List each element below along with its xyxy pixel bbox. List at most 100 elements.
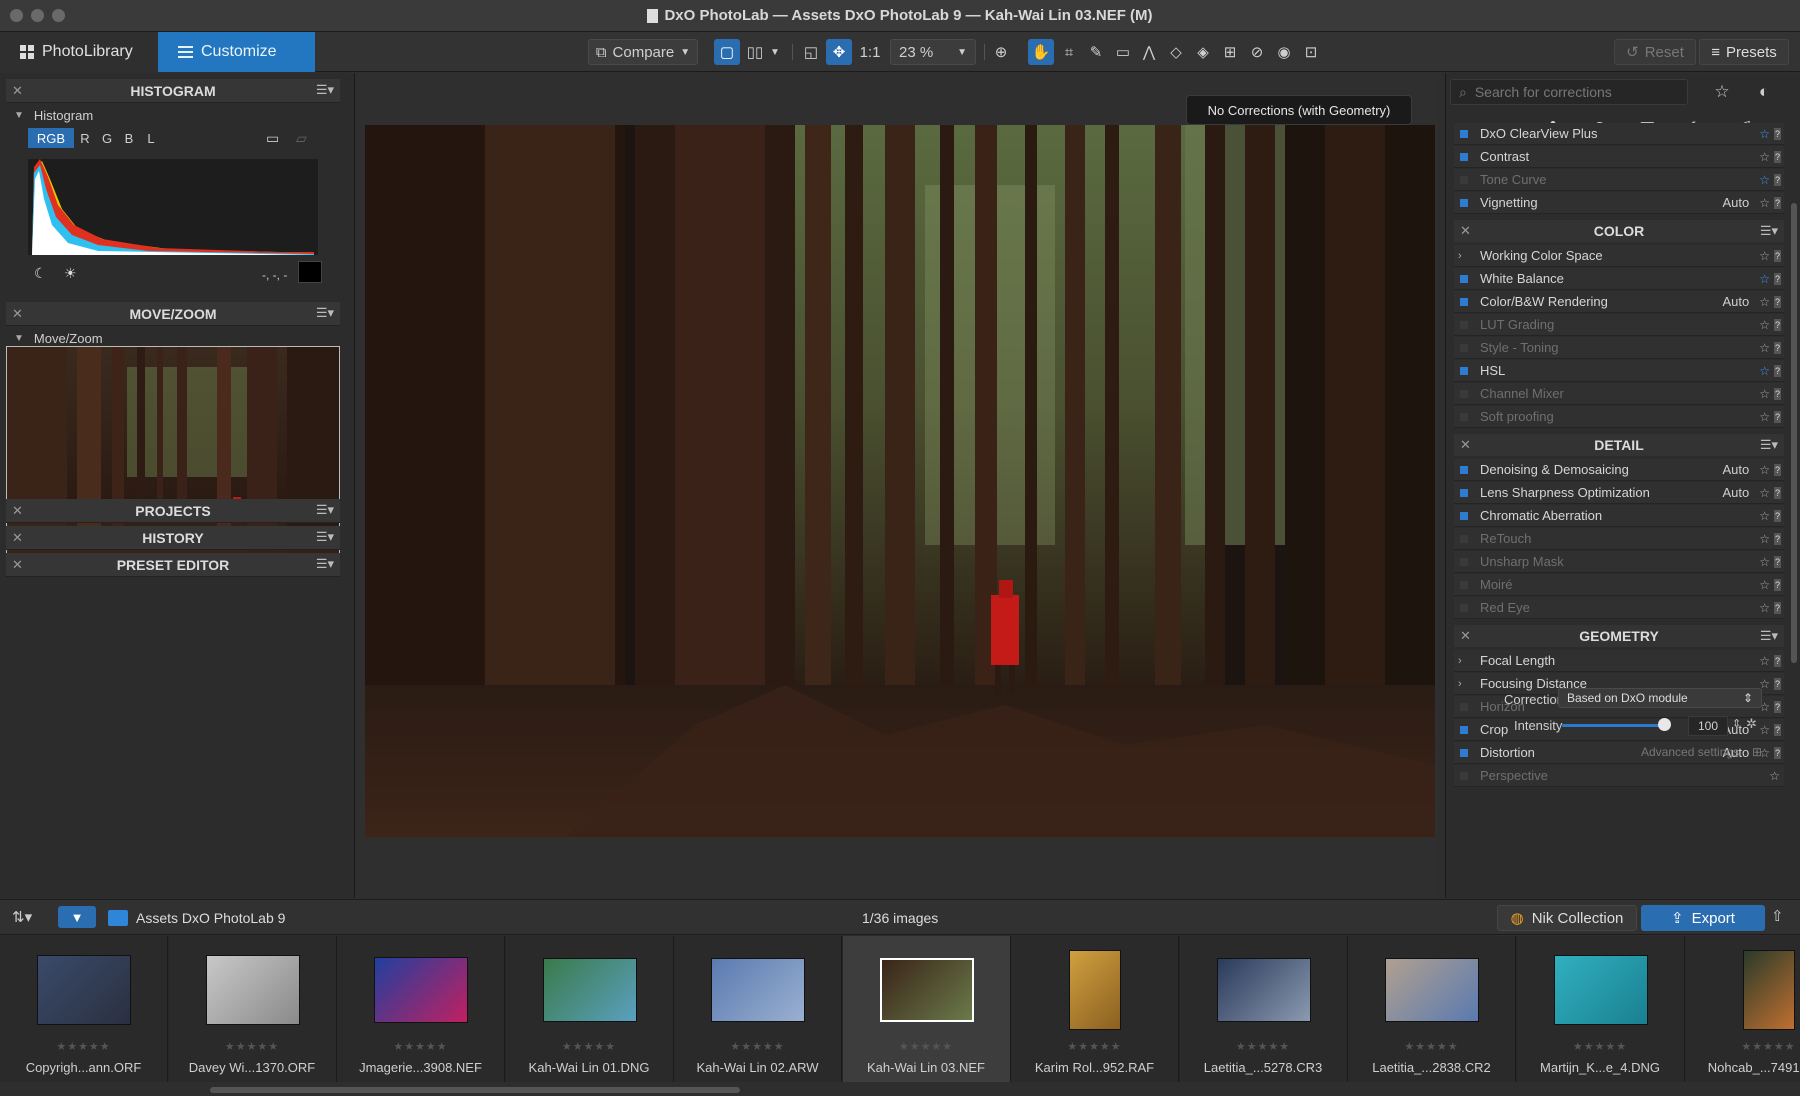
panel-menu-icon[interactable]: ☰▾ — [316, 82, 334, 98]
histogram-subheader[interactable]: ▼ Histogram — [6, 105, 340, 125]
enable-toggle[interactable] — [1460, 274, 1468, 283]
correction-item[interactable]: Denoising & Demosaicing Auto ☆? — [1454, 459, 1784, 481]
correction-item[interactable]: Unsharp Mask ☆? — [1454, 551, 1784, 573]
filmstrip-thumb[interactable]: ★★★★★ Kah-Wai Lin 03.NEF — [842, 936, 1011, 1082]
panel-menu-icon[interactable]: ☰▾ — [316, 305, 334, 321]
filmstrip-thumb[interactable]: ★★★★★ Laetitia_...2838.CR2 — [1348, 936, 1516, 1082]
folder-name[interactable]: Assets DxO PhotoLab 9 — [136, 910, 285, 926]
star-icon[interactable]: ☆ — [1759, 654, 1770, 668]
compare-button[interactable]: ⧉ Compare ▼ — [588, 39, 698, 65]
help-icon[interactable]: ? — [1774, 249, 1781, 262]
chevron-right-icon[interactable]: › — [1458, 655, 1466, 667]
enable-toggle[interactable] — [1460, 366, 1468, 375]
star-icon[interactable]: ☆ — [1759, 173, 1770, 187]
fit-screen-button[interactable]: ◱ — [798, 39, 824, 65]
help-icon[interactable]: ? — [1774, 700, 1781, 713]
help-icon[interactable]: ? — [1774, 746, 1781, 759]
sort-icon[interactable]: ⇅▾ — [12, 908, 32, 926]
help-icon[interactable]: ? — [1774, 318, 1781, 331]
correction-item[interactable]: Channel Mixer ☆? — [1454, 383, 1784, 405]
crop-tool-button[interactable]: ⌗ — [1056, 39, 1082, 65]
correction-item[interactable]: Red Eye ☆? — [1454, 597, 1784, 619]
one-to-one-button[interactable]: 1:1 — [856, 39, 884, 65]
perspective-tool-button[interactable]: ⋀ — [1136, 39, 1162, 65]
star-icon[interactable]: ☆ — [1759, 387, 1770, 401]
search-input[interactable]: Search for corrections — [1475, 84, 1612, 100]
filmstrip-thumb[interactable]: ★★★★★ Karim Rol...952.RAF — [1011, 936, 1179, 1082]
help-icon[interactable]: ? — [1774, 601, 1781, 614]
intensity-value[interactable]: 100 — [1688, 716, 1728, 736]
help-icon[interactable]: ? — [1774, 173, 1781, 186]
share-icon[interactable]: ⇧ — [1771, 907, 1793, 929]
panel-menu-icon[interactable]: ☰▾ — [1760, 437, 1778, 453]
magic-wand-icon[interactable]: ✲ — [1746, 716, 1757, 732]
help-icon[interactable]: ? — [1774, 578, 1781, 591]
advanced-settings-link[interactable]: Advanced settings — [1641, 745, 1739, 759]
star-icon[interactable]: ☆ — [1759, 601, 1770, 615]
star-icon[interactable]: ☆ — [1759, 150, 1770, 164]
enable-toggle[interactable] — [1460, 557, 1468, 566]
enable-toggle[interactable] — [1460, 534, 1468, 543]
close-icon[interactable]: ✕ — [1460, 628, 1471, 644]
histogram-panel-header[interactable]: ✕ HISTOGRAM ☰▾ — [6, 79, 340, 103]
expand-icon[interactable]: ⊞ — [1752, 745, 1762, 759]
geometry-section-header[interactable]: ✕ GEOMETRY ☰▾ — [1454, 625, 1784, 647]
star-icon[interactable]: ☆ — [1759, 723, 1770, 737]
help-icon[interactable]: ? — [1774, 364, 1781, 377]
help-icon[interactable]: ? — [1774, 127, 1781, 140]
help-icon[interactable]: ? — [1774, 410, 1781, 423]
enable-toggle[interactable] — [1460, 702, 1468, 711]
detail-section-header[interactable]: ✕ DETAIL ☰▾ — [1454, 434, 1784, 456]
intensity-slider-knob[interactable] — [1658, 718, 1671, 731]
movezoom-panel-header[interactable]: ✕ MOVE/ZOOM ☰▾ — [6, 302, 340, 326]
star-icon[interactable]: ☆ — [1759, 486, 1770, 500]
enable-toggle[interactable] — [1460, 152, 1468, 161]
filmstrip-thumb[interactable]: ★★★★★ Jmagerie...3908.NEF — [337, 936, 505, 1082]
enable-toggle[interactable] — [1460, 320, 1468, 329]
correction-item[interactable]: Moiré ☆? — [1454, 574, 1784, 596]
rating-stars[interactable]: ★★★★★ — [1011, 1040, 1178, 1053]
filmstrip-thumb[interactable]: ★★★★★ Laetitia_...5278.CR3 — [1179, 936, 1348, 1082]
enable-toggle[interactable] — [1460, 725, 1468, 734]
star-icon[interactable]: ☆ — [1759, 463, 1770, 477]
help-icon[interactable]: ? — [1774, 196, 1781, 209]
local-adjustments-button[interactable]: ⊡ — [1298, 39, 1324, 65]
tab-customize[interactable]: Customize — [158, 32, 315, 72]
movezoom-subheader[interactable]: ▼ Move/Zoom — [6, 328, 340, 348]
rating-stars[interactable]: ★★★★★ — [0, 1040, 167, 1053]
help-icon[interactable]: ? — [1774, 654, 1781, 667]
correction-item[interactable]: › Working Color Space ☆? — [1454, 245, 1784, 267]
panel-menu-icon[interactable]: ☰▾ — [1760, 628, 1778, 644]
right-scrollbar[interactable] — [1791, 203, 1797, 663]
zoom-in-button[interactable]: ⊕ — [988, 39, 1014, 65]
minimize-window-button[interactable] — [31, 9, 44, 22]
monitor-icon[interactable]: ▭ — [266, 130, 279, 147]
close-icon[interactable]: ✕ — [12, 530, 23, 546]
tab-photolibrary[interactable]: PhotoLibrary — [0, 32, 158, 72]
horizon-tool-button[interactable]: ▭ — [1110, 39, 1136, 65]
reset-button[interactable]: ↺ Reset — [1614, 39, 1696, 65]
history-panel-header[interactable]: ✕ HISTORY ☰▾ — [6, 526, 340, 550]
rating-stars[interactable]: ★★★★★ — [506, 1040, 673, 1053]
rating-stars[interactable]: ★★★★★ — [1348, 1040, 1515, 1053]
enable-toggle[interactable] — [1460, 580, 1468, 589]
enable-toggle[interactable] — [1460, 511, 1468, 520]
star-icon[interactable]: ☆ — [1759, 318, 1770, 332]
rating-stars[interactable]: ★★★★★ — [337, 1040, 504, 1053]
zoom-window-button[interactable] — [52, 9, 65, 22]
close-icon[interactable]: ✕ — [1460, 437, 1471, 453]
color-section-header[interactable]: ✕ COLOR ☰▾ — [1454, 220, 1784, 242]
volume-deformation-button[interactable]: ◈ — [1190, 39, 1216, 65]
help-icon[interactable]: ? — [1774, 486, 1781, 499]
correction-item[interactable]: White Balance ☆? — [1454, 268, 1784, 290]
hand-tool-button[interactable]: ✋ — [1028, 39, 1054, 65]
filmstrip-thumb[interactable]: ★★★★★ Martijn_K...e_4.DNG — [1516, 936, 1685, 1082]
enable-toggle[interactable] — [1460, 748, 1468, 757]
panel-menu-icon[interactable]: ☰▾ — [316, 556, 334, 572]
star-icon[interactable]: ☆ — [1759, 410, 1770, 424]
export-button[interactable]: ⇪ Export — [1641, 905, 1765, 931]
filmstrip-thumb[interactable]: ★★★★★ Nohcab_...7491.NEF — [1685, 936, 1800, 1082]
correction-item[interactable]: Style - Toning ☆? — [1454, 337, 1784, 359]
chevron-right-icon[interactable]: › — [1458, 678, 1466, 690]
split-view-button[interactable]: ▯▯ — [742, 39, 768, 65]
